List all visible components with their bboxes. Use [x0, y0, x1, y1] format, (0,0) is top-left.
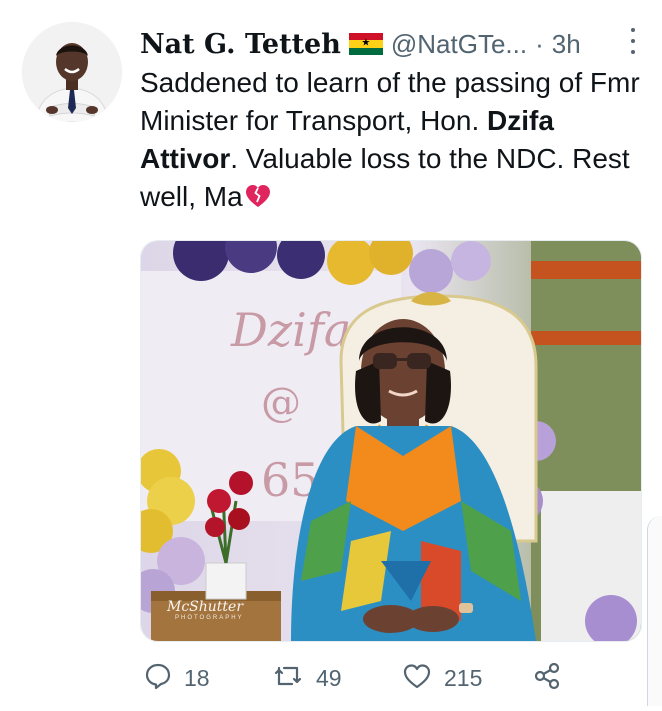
share-button[interactable] [532, 660, 562, 696]
avatar-photo [22, 22, 122, 122]
tweet-image[interactable]: Dzifa @ 65 McShutter PHOTOGRAPHY [140, 240, 642, 642]
avatar[interactable] [22, 22, 122, 122]
like-icon [402, 662, 432, 695]
tweet-text: Saddened to learn of the passing of Fmr … [140, 64, 645, 220]
retweet-button[interactable]: 49 [272, 660, 342, 696]
retweet-icon [272, 662, 304, 695]
tweet-text-part1: Saddened to learn of the passing of Fmr … [140, 67, 640, 136]
broken-heart-icon [245, 182, 271, 220]
photo-watermark: McShutter [167, 599, 244, 615]
retweet-count: 49 [316, 664, 342, 691]
timestamp[interactable]: 3h [552, 29, 581, 60]
photo-watermark-sub: PHOTOGRAPHY [175, 615, 244, 621]
reply-count: 18 [184, 664, 210, 691]
reply-button[interactable]: 18 [144, 660, 210, 696]
ghana-flag-icon: ★ [348, 33, 383, 55]
tweet-actions: 18 49 215 [140, 660, 640, 700]
share-icon [532, 661, 562, 696]
display-name[interactable]: Nat G. Tetteh [140, 29, 341, 60]
backdrop-text-name: Dzifa [230, 303, 351, 357]
scroll-edge[interactable] [647, 516, 662, 706]
separator-dot: · [535, 28, 544, 59]
tweet-header: Nat G. Tetteh ★ @NatGTe... · 3h [140, 24, 640, 64]
reply-icon [144, 662, 172, 695]
like-count: 215 [444, 664, 483, 691]
user-handle[interactable]: @NatGTe... [391, 29, 527, 60]
like-button[interactable]: 215 [402, 660, 482, 696]
image-photo: Dzifa @ 65 [141, 241, 641, 641]
more-options-icon[interactable] [626, 28, 640, 54]
tweet-card[interactable]: Nat G. Tetteh ★ @NatGTe... · 3h Saddened… [0, 0, 662, 711]
backdrop-text-at: @ [261, 380, 301, 426]
